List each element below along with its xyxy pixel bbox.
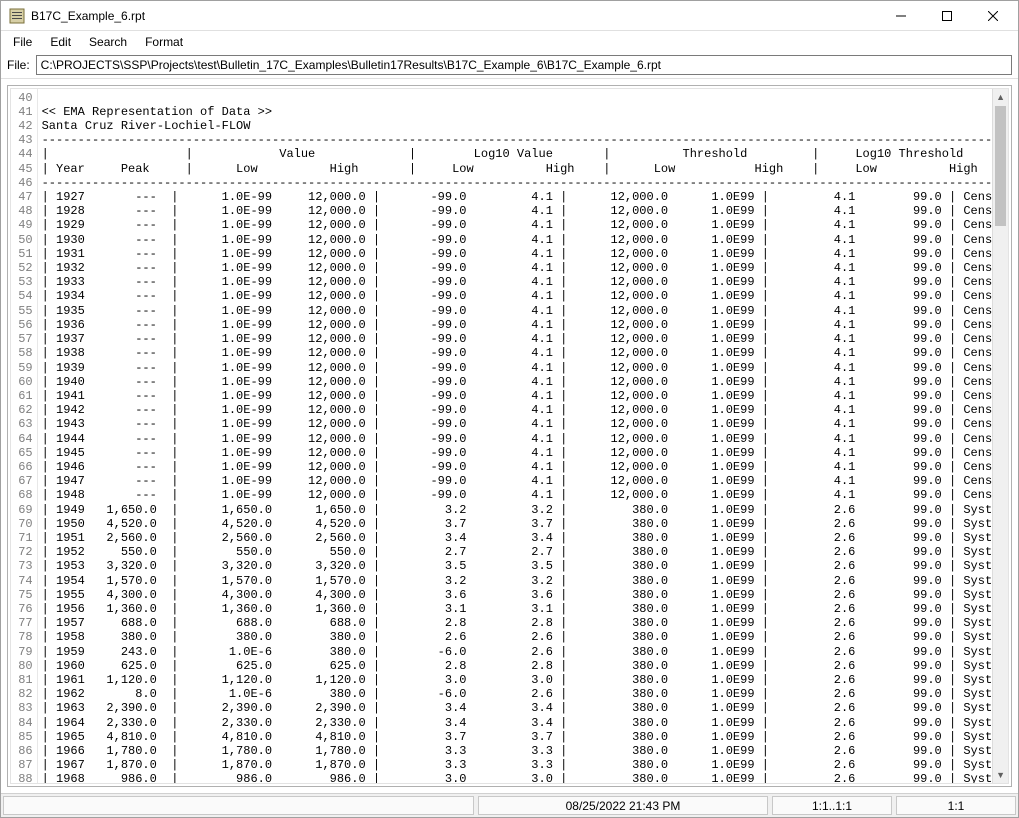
status-empty — [3, 796, 474, 815]
app-window: B17C_Example_6.rpt File Edit Search Form… — [0, 0, 1019, 818]
line-number-gutter: 40 41 42 43 44 45 46 47 48 49 50 51 52 5… — [11, 89, 38, 784]
status-zoom: 1:1 — [896, 796, 1016, 815]
menu-file[interactable]: File — [5, 33, 40, 51]
minimize-button[interactable] — [878, 1, 924, 31]
menu-format[interactable]: Format — [137, 33, 191, 51]
status-bar: 08/25/2022 21:43 PM 1:1..1:1 1:1 — [1, 793, 1018, 817]
vertical-scrollbar[interactable]: ▲ ▼ — [992, 89, 1008, 784]
editor-inner: 40 41 42 43 44 45 46 47 48 49 50 51 52 5… — [10, 88, 1009, 785]
scroll-thumb[interactable] — [995, 106, 1006, 226]
editor-panel: 40 41 42 43 44 45 46 47 48 49 50 51 52 5… — [7, 85, 1012, 788]
status-timestamp: 08/25/2022 21:43 PM — [478, 796, 768, 815]
text-editor[interactable]: << EMA Representation of Data >> Santa C… — [38, 89, 992, 784]
scroll-track[interactable] — [993, 106, 1008, 767]
titlebar[interactable]: B17C_Example_6.rpt — [1, 1, 1018, 31]
file-label: File: — [7, 58, 30, 72]
close-button[interactable] — [970, 1, 1016, 31]
status-selection: 1:1..1:1 — [772, 796, 892, 815]
file-path-input[interactable] — [36, 55, 1012, 75]
scroll-down-arrow-icon[interactable]: ▼ — [993, 766, 1008, 783]
app-icon — [9, 8, 25, 24]
menubar: File Edit Search Format — [1, 31, 1018, 53]
menu-search[interactable]: Search — [81, 33, 135, 51]
file-bar: File: — [1, 53, 1018, 79]
scroll-up-arrow-icon[interactable]: ▲ — [993, 89, 1008, 106]
menu-edit[interactable]: Edit — [42, 33, 79, 51]
maximize-button[interactable] — [924, 1, 970, 31]
window-title: B17C_Example_6.rpt — [31, 9, 145, 23]
